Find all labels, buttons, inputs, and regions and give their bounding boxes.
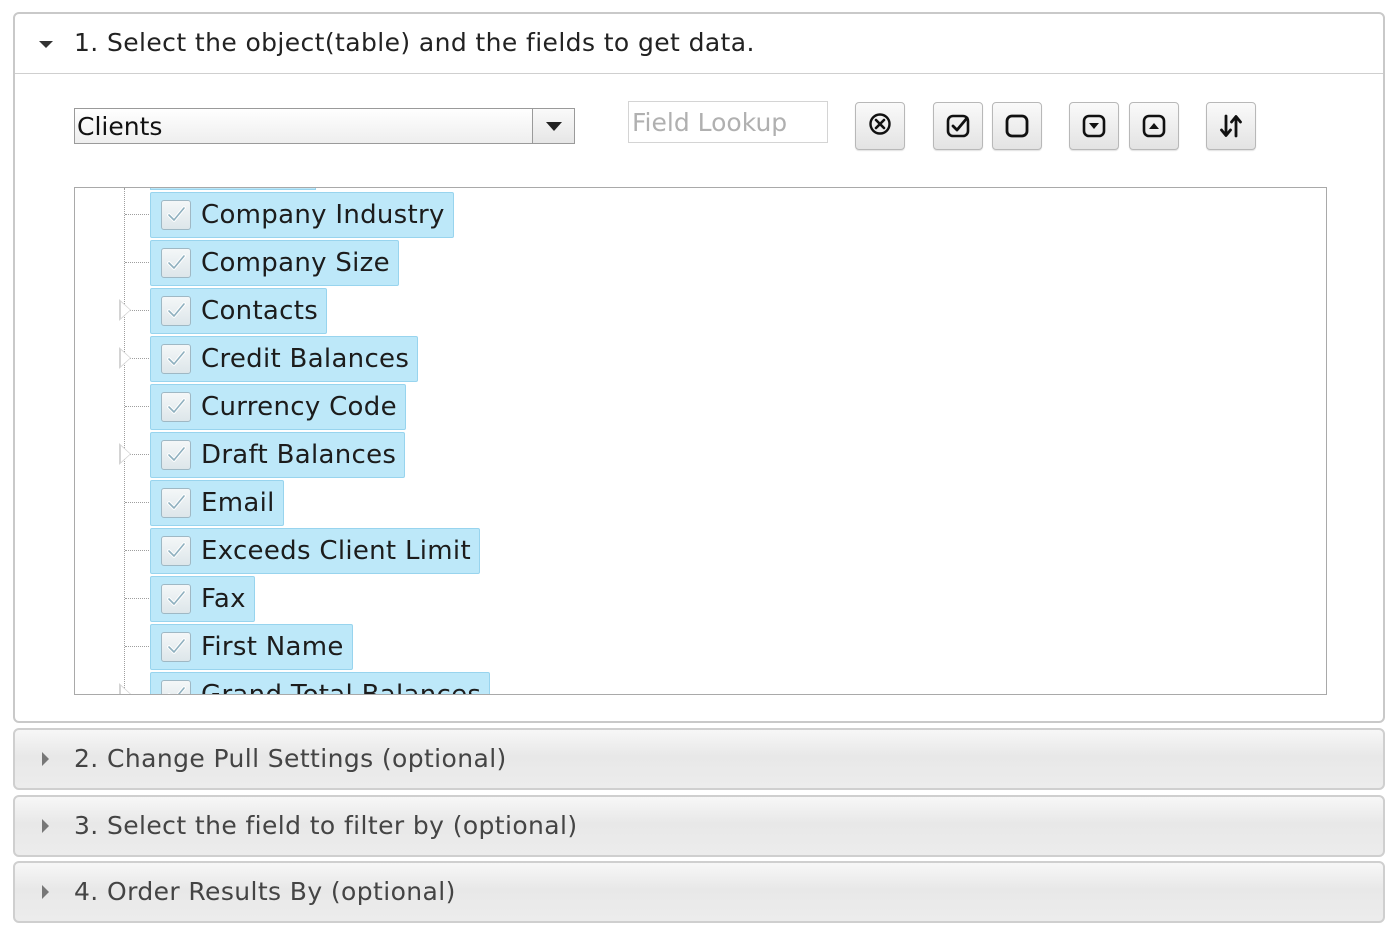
tree-row: First Name [75,622,1326,670]
section-2-title: 2. Change Pull Settings (optional) [74,744,507,773]
collapse-all-button[interactable] [1129,102,1179,150]
tree-node-label: Company Industry [201,200,445,230]
tree-node-label: Fax [201,584,246,614]
caret-right-icon [42,819,49,833]
tree-connector [125,646,151,647]
check-square-icon [946,114,970,138]
checkbox-checked-icon[interactable] [161,680,191,694]
clear-lookup-button[interactable] [855,102,905,150]
tree-node-label: Company Size [201,248,390,278]
field-lookup-input[interactable] [628,101,828,143]
tree-row: Company Size [75,238,1326,286]
select-dropdown-button[interactable] [532,109,574,143]
tree-row: Draft Balances [75,430,1326,478]
object-select[interactable]: Clients [74,108,575,144]
tree-node-label: Currency Code [201,392,397,422]
tree-row: Contacts [75,286,1326,334]
tree-node[interactable]: Company Size [150,240,399,286]
section-2-panel[interactable]: 2. Change Pull Settings (optional) [13,728,1385,790]
chevron-down-icon [546,122,562,131]
tree-row: Fax [75,574,1326,622]
checkbox-checked-icon[interactable] [161,632,191,662]
checkbox-checked-icon[interactable] [161,488,191,518]
tree-node[interactable]: Currency Code [150,384,406,430]
checkbox-checked-icon[interactable] [161,296,191,326]
tree-row: Grand Total Balances [75,670,1326,695]
tree-connector [125,262,151,263]
expand-arrow-icon[interactable] [119,683,131,694]
tree-node[interactable]: Draft Balances [150,432,406,478]
tree-node[interactable]: Grand Total Balances [150,672,491,695]
tree-node-label: Exceeds Client Limit [201,536,471,566]
tree-node[interactable]: Fax [150,576,255,622]
tree-connector [125,406,151,407]
tree-node[interactable]: Credit Balances [150,336,419,382]
caret-right-icon [42,752,49,766]
tree-node-label: Contacts [201,296,319,326]
checkbox-checked-icon[interactable] [161,392,191,422]
tree-node[interactable]: Company Industry [150,192,454,238]
sort-button[interactable] [1206,102,1256,150]
expand-arrow-icon[interactable] [119,443,131,465]
section-4-title: 4. Order Results By (optional) [74,877,456,906]
tree-row: Currency Code [75,382,1326,430]
expand-arrow-icon[interactable] [119,299,131,321]
sort-arrows-icon [1220,114,1242,138]
expand-all-button[interactable] [1069,102,1119,150]
caret-right-icon [42,885,49,899]
tree-row: Email [75,478,1326,526]
tree-node-label: First Name [201,632,344,662]
tree-node[interactable]: Email [150,480,284,526]
empty-square-icon [1005,114,1029,138]
uncheck-all-button[interactable] [992,102,1042,150]
checkbox-checked-icon[interactable] [161,248,191,278]
checkbox-checked-icon[interactable] [161,440,191,470]
section-1-header[interactable]: 1. Select the object(table) and the fiel… [15,14,1383,74]
tree-node[interactable]: Exceeds Client Limit [150,528,480,574]
expand-down-icon [1082,114,1106,138]
tree-connector [125,694,151,695]
tree-node[interactable]: First Name [150,624,353,670]
tree-connector [125,598,151,599]
object-select-value: Clients [77,112,163,141]
section-4-panel[interactable]: 4. Order Results By (optional) [13,861,1385,923]
checkbox-checked-icon[interactable] [161,584,191,614]
tree-node-label: Grand Total Balances [201,680,482,695]
tree-connector [125,550,151,551]
tree-node[interactable]: Contacts [150,288,328,334]
tree-node-label: Draft Balances [201,440,397,470]
caret-down-icon [39,41,53,48]
checkbox-checked-icon[interactable] [161,344,191,374]
check-all-button[interactable] [933,102,983,150]
tree-connector [125,502,151,503]
section-3-panel[interactable]: 3. Select the field to filter by (option… [13,795,1385,857]
tree-row: Company Industry [75,190,1326,238]
expand-arrow-icon[interactable] [119,347,131,369]
tree-row: Exceeds Client Limit [75,526,1326,574]
field-tree[interactable]: Company Industry Company Size Contacts Cred… [74,187,1327,695]
tree-node-label: Credit Balances [201,344,410,374]
tree-connector [125,214,151,215]
checkbox-checked-icon[interactable] [161,200,191,230]
tree-node-label: Email [201,488,275,518]
section-3-title: 3. Select the field to filter by (option… [74,811,578,840]
tree-row: Credit Balances [75,334,1326,382]
checkbox-checked-icon[interactable] [161,536,191,566]
section-1-panel: 1. Select the object(table) and the fiel… [13,12,1385,723]
circle-x-icon [869,113,891,135]
collapse-up-icon [1142,114,1166,138]
section-1-title: 1. Select the object(table) and the fiel… [74,28,755,57]
